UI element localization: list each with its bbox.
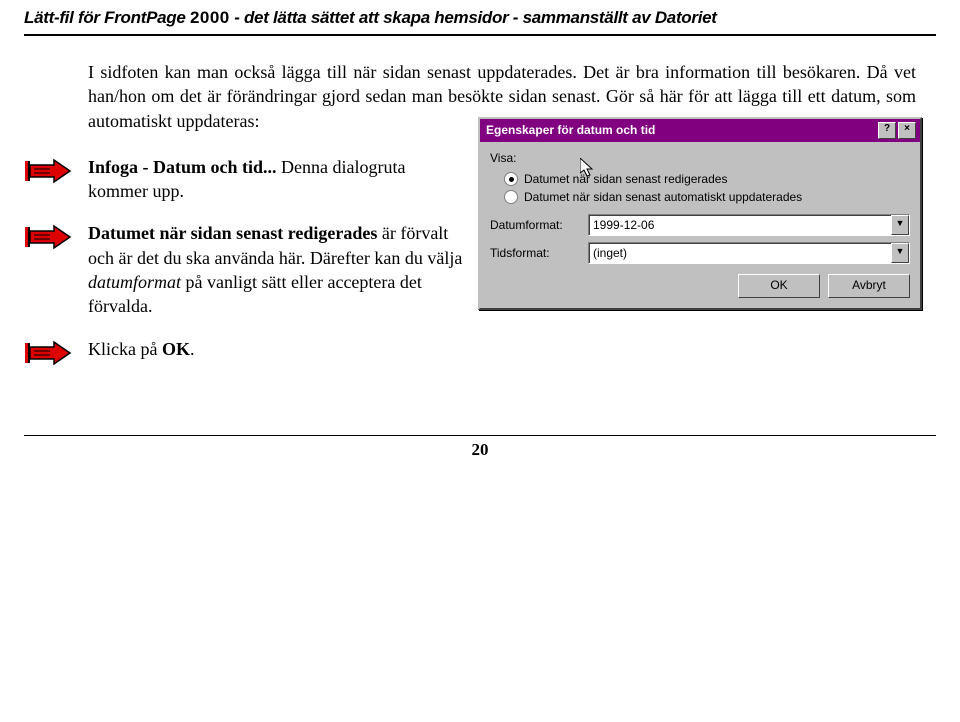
radio1-label: Datumet när sidan senast redigerades — [524, 171, 727, 187]
step3-bold: OK — [162, 339, 190, 359]
date-format-label: Datumformat: — [490, 217, 580, 233]
date-format-value: 1999-12-06 — [593, 217, 654, 233]
dialog-button-row: OK Avbryt — [490, 274, 910, 298]
step3-suffix: . — [190, 339, 195, 359]
header-year: 2000 — [190, 8, 230, 27]
chevron-down-icon[interactable]: ▼ — [891, 215, 909, 235]
show-radiogroup: Datumet när sidan senast redigerades Dat… — [504, 170, 910, 206]
time-format-row: Tidsformat: (inget) ▼ — [490, 242, 910, 264]
pointing-hand-icon — [24, 155, 88, 193]
step1-command: Infoga - Datum och tid... — [88, 157, 277, 177]
header-brand: Datoriet — [655, 8, 717, 27]
page-header: Lätt-fil för FrontPage 2000 - det lätta … — [24, 8, 936, 32]
ok-button[interactable]: OK — [738, 274, 820, 298]
time-format-select[interactable]: (inget) ▼ — [588, 242, 910, 264]
date-time-properties-dialog: Egenskaper för datum och tid ? × Visa: D… — [478, 117, 922, 311]
pointing-hand-icon — [24, 337, 88, 375]
content-area: I sidfoten kan man också lägga till när … — [88, 60, 916, 375]
time-format-value: (inget) — [593, 245, 627, 261]
radio-icon — [504, 190, 518, 204]
step3-prefix: Klicka på — [88, 339, 162, 359]
step-3-text: Klicka på OK. — [88, 337, 916, 361]
header-divider — [24, 34, 936, 36]
step-2-text: Datumet när sidan senast redigerades är … — [88, 221, 480, 318]
step2-bold: Datumet när sidan senast redigerades — [88, 223, 377, 243]
cancel-button[interactable]: Avbryt — [828, 274, 910, 298]
hand-right-icon — [24, 337, 72, 369]
hand-right-icon — [24, 155, 72, 187]
step-3: Klicka på OK. — [88, 337, 916, 375]
radio2-label: Datumet när sidan senast automatiskt upp… — [524, 189, 802, 205]
dialog-titlebar: Egenskaper för datum och tid ? × — [480, 119, 920, 142]
chevron-down-icon[interactable]: ▼ — [891, 243, 909, 263]
radio-option-1[interactable]: Datumet när sidan senast redigerades — [504, 170, 910, 188]
step-1: Infoga - Datum och tid... Denna dialogru… — [88, 155, 916, 204]
help-button[interactable]: ? — [878, 122, 896, 139]
dialog-body: Visa: Datumet när sidan senast redigerad… — [480, 142, 920, 309]
step-1-text: Infoga - Datum och tid... Denna dialogru… — [88, 155, 480, 204]
footer-divider — [24, 435, 936, 436]
pointing-hand-icon — [24, 221, 88, 259]
close-button[interactable]: × — [898, 122, 916, 139]
header-mid: - det lätta sättet att skapa hemsidor - … — [230, 8, 655, 27]
date-format-select[interactable]: 1999-12-06 ▼ — [588, 214, 910, 236]
header-prefix: Lätt-fil för FrontPage — [24, 8, 190, 27]
page-number: 20 — [24, 440, 936, 460]
dialog-title: Egenskaper för datum och tid — [486, 122, 655, 138]
time-format-label: Tidsformat: — [490, 245, 580, 261]
step2-italic: datumformat — [88, 272, 181, 292]
radio-icon — [504, 172, 518, 186]
hand-right-icon — [24, 221, 72, 253]
date-format-row: Datumformat: 1999-12-06 ▼ — [490, 214, 910, 236]
show-label: Visa: — [490, 150, 910, 166]
radio-option-2[interactable]: Datumet när sidan senast automatiskt upp… — [504, 188, 910, 206]
